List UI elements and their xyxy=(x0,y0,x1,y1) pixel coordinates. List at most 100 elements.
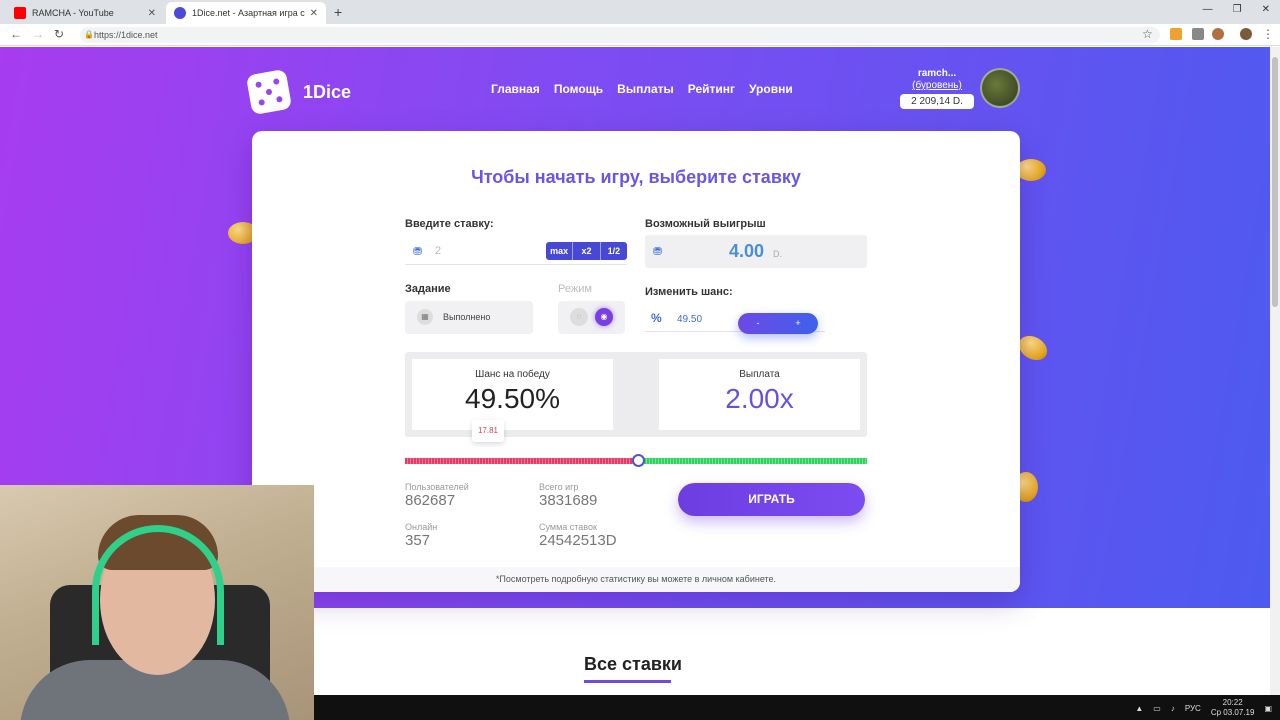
back-icon[interactable]: ← xyxy=(10,27,22,41)
language-indicator[interactable]: РУС xyxy=(1185,704,1201,713)
currency-label: D. xyxy=(773,249,782,259)
browser-toolbar: ← → ↻ 🔒 https://1dice.net ☆ ⋮ xyxy=(0,24,1280,46)
notifications-icon[interactable]: ▣ xyxy=(1264,704,1272,713)
chance-slider[interactable] xyxy=(405,454,867,467)
half-bet-button[interactable]: 1/2 xyxy=(599,242,627,260)
stat-label: Всего игр xyxy=(539,482,579,492)
stat-label: Онлайн xyxy=(405,522,438,532)
tab-youtube[interactable]: RAMCHA - YouTube ✕ xyxy=(6,2,164,24)
calendar-icon: ▦ xyxy=(417,309,433,325)
nav-help[interactable]: Помощь xyxy=(554,82,603,96)
stat-value: 3831689 xyxy=(539,492,598,509)
tab-title: RAMCHA - YouTube xyxy=(32,8,114,18)
play-button[interactable]: ИГРАТЬ xyxy=(678,483,865,516)
coin-decoration xyxy=(1016,159,1046,181)
webcam-overlay xyxy=(0,485,314,720)
menu-icon[interactable]: ⋮ xyxy=(1262,27,1274,41)
chance-value[interactable]: 49.50 xyxy=(677,314,702,325)
nav-rating[interactable]: Рейтинг xyxy=(688,82,735,96)
new-tab-button[interactable]: + xyxy=(334,4,342,20)
extension-icon[interactable] xyxy=(1170,28,1182,40)
quick-bet-buttons: max x2 1/2 xyxy=(546,242,627,260)
coins-icon: ⛃ xyxy=(653,246,663,258)
star-icon[interactable]: ☆ xyxy=(1142,27,1153,41)
dice-icon xyxy=(245,68,293,116)
window-close-icon[interactable]: ✕ xyxy=(1262,4,1270,15)
max-bet-button[interactable]: max xyxy=(546,242,572,260)
users-stat: Пользователей 862687 xyxy=(405,482,469,509)
chance-stepper: - + xyxy=(738,313,818,334)
extension-icon[interactable] xyxy=(1212,28,1224,40)
site-icon xyxy=(174,7,186,19)
bet-label: Введите ставку: xyxy=(405,218,494,230)
system-tray: ▲ ▭ ♪ РУС 20:22 Ср 03.07.19 ▣ xyxy=(1135,698,1272,718)
network-icon[interactable]: ▭ xyxy=(1153,704,1161,713)
clock[interactable]: 20:22 Ср 03.07.19 xyxy=(1211,698,1255,718)
win-chance-card: Шанс на победу 49.50% xyxy=(412,359,613,430)
user-panel: ramch... (буровень) 2 209,14 D. xyxy=(900,68,974,109)
online-stat: Онлайн 357 xyxy=(405,522,437,549)
possible-win-value: 4.00 xyxy=(729,241,765,261)
site-logo[interactable]: 1Dice xyxy=(245,68,351,116)
payout-card: Выплата 2.00x xyxy=(659,359,860,430)
mode-option-icon[interactable]: ◌ xyxy=(570,308,588,326)
bets-sum-stat: Сумма ставок 24542513D xyxy=(539,522,617,549)
increase-chance-button[interactable]: + xyxy=(778,313,818,334)
headset-icon xyxy=(92,525,224,645)
close-icon[interactable]: ✕ xyxy=(310,8,318,19)
window-controls: — ❐ ✕ xyxy=(1203,4,1270,15)
tab-1dice[interactable]: 1Dice.net - Азартная игра с выб ✕ xyxy=(166,2,326,24)
minimize-icon[interactable]: — xyxy=(1203,4,1213,15)
user-name[interactable]: ramch... xyxy=(900,68,974,79)
close-icon[interactable]: ✕ xyxy=(148,8,156,19)
reload-icon[interactable]: ↻ xyxy=(54,27,64,41)
win-label: Возможный выигрыш xyxy=(645,218,766,230)
tab-title: 1Dice.net - Азартная игра с выб xyxy=(192,8,306,18)
user-level[interactable]: (буровень) xyxy=(900,80,974,91)
forward-icon[interactable]: → xyxy=(32,27,44,41)
page-scrollbar[interactable] xyxy=(1270,47,1280,695)
win-chance-value: 49.50% xyxy=(465,383,560,414)
browser-tab-bar: RAMCHA - YouTube ✕ 1Dice.net - Азартная … xyxy=(0,0,1280,24)
stat-value: 24542513D xyxy=(539,532,617,549)
avatar[interactable] xyxy=(980,68,1020,108)
stats-footnote: *Посмотреть подробную статистику вы може… xyxy=(252,567,1020,592)
double-bet-button[interactable]: x2 xyxy=(572,242,599,260)
last-roll-marker: 17.81 xyxy=(472,420,504,442)
nav-home[interactable]: Главная xyxy=(491,82,540,96)
task-select[interactable]: ▦ Выполнено xyxy=(405,301,533,334)
tray-arrow-icon[interactable]: ▲ xyxy=(1135,704,1143,713)
bet-input[interactable]: ⛃ 2 max x2 1/2 xyxy=(405,239,627,265)
slider-loss-track xyxy=(405,458,638,464)
game-title: Чтобы начать игру, выберите ставку xyxy=(471,167,801,187)
games-stat: Всего игр 3831689 xyxy=(539,482,597,509)
nav-payouts[interactable]: Выплаты xyxy=(617,82,674,96)
profile-icon[interactable] xyxy=(1240,28,1252,40)
mode-option-active-icon[interactable]: ◉ xyxy=(595,308,613,326)
payout-value: 2.00x xyxy=(725,383,794,414)
coins-icon: ⛃ xyxy=(413,246,423,258)
extension-icon[interactable] xyxy=(1192,28,1204,40)
heading-underline xyxy=(584,680,671,683)
stat-value: 357 xyxy=(405,532,431,549)
stat-label: Сумма ставок xyxy=(539,522,597,532)
clock-time: 20:22 xyxy=(1222,698,1243,707)
volume-icon[interactable]: ♪ xyxy=(1171,704,1175,713)
scrollbar-thumb[interactable] xyxy=(1272,57,1278,307)
address-bar[interactable]: 🔒 https://1dice.net xyxy=(80,27,1160,43)
decrease-chance-button[interactable]: - xyxy=(738,313,778,334)
all-bets-heading: Все ставки xyxy=(584,654,682,674)
stat-label: Пользователей xyxy=(405,482,469,492)
lock-icon: 🔒 xyxy=(84,30,94,39)
url-text: https://1dice.net xyxy=(94,30,158,40)
possible-win-box: ⛃ 4.00 D. xyxy=(645,235,867,268)
win-chance-label: Шанс на победу xyxy=(475,369,550,380)
bet-value[interactable]: 2 xyxy=(435,245,441,257)
restore-icon[interactable]: ❐ xyxy=(1233,4,1242,15)
nav-levels[interactable]: Уровни xyxy=(749,82,793,96)
os-taskbar: ▲ ▭ ♪ РУС 20:22 Ср 03.07.19 ▣ xyxy=(314,695,1280,720)
game-card: Чтобы начать игру, выберите ставку Введи… xyxy=(252,131,1020,592)
slider-handle[interactable] xyxy=(632,454,645,467)
user-balance: 2 209,14 D. xyxy=(900,94,974,109)
clock-date: Ср 03.07.19 xyxy=(1210,708,1255,717)
